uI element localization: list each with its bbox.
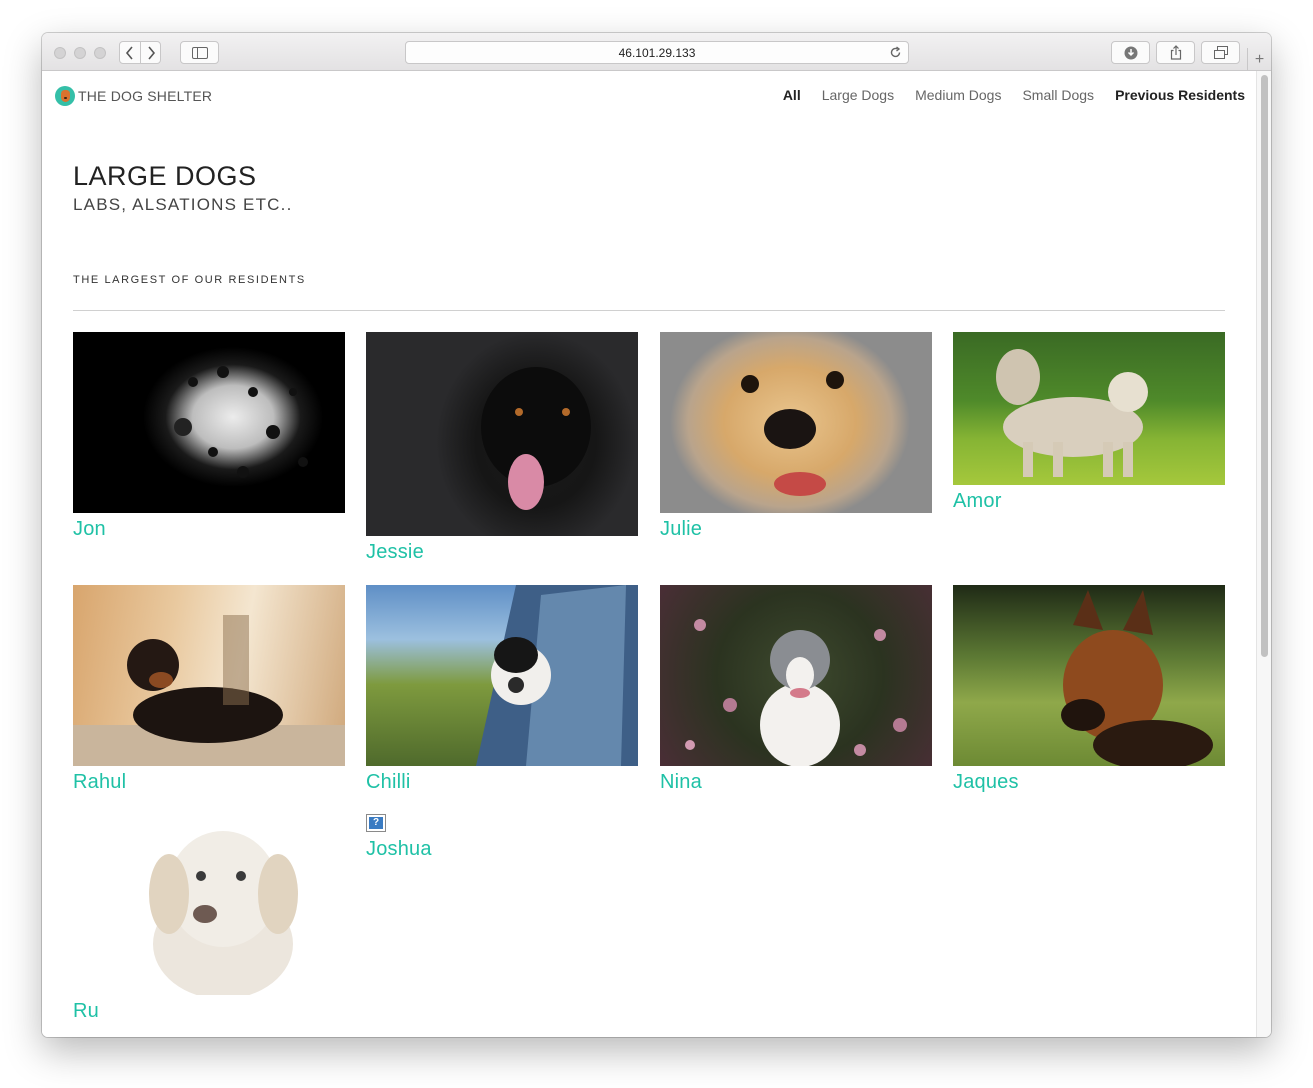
dog-card[interactable]: Rahul xyxy=(73,585,345,794)
dog-name-link[interactable]: Julie xyxy=(660,518,932,541)
dog-name-link[interactable]: Jessie xyxy=(366,541,638,564)
page-content: THE DOG SHELTER All Large Dogs Medium Do… xyxy=(42,71,1256,1037)
dog-name-link[interactable]: Chilli xyxy=(366,771,638,794)
download-icon xyxy=(1124,46,1137,59)
boston-terrier-car-photo[interactable] xyxy=(366,585,638,766)
dog-card[interactable]: Jaques xyxy=(953,585,1225,794)
zoom-window-button[interactable] xyxy=(94,47,106,59)
sidebar-icon xyxy=(191,46,208,59)
rottweiler-photo[interactable] xyxy=(73,585,345,766)
tabs-overview-button[interactable] xyxy=(1201,41,1240,64)
back-button[interactable] xyxy=(125,46,135,60)
broken-image-icon[interactable]: ? xyxy=(366,814,386,832)
dog-name-link[interactable]: Joshua xyxy=(366,838,638,861)
white-retriever-photo[interactable] xyxy=(73,814,345,995)
history-nav-group xyxy=(119,41,161,64)
nav-large-dogs[interactable]: Large Dogs xyxy=(822,87,894,103)
browser-window: 46.101.29.133 + THE DOG SHELTER All Larg… xyxy=(42,33,1271,1037)
share-button[interactable] xyxy=(1156,41,1195,64)
close-window-button[interactable] xyxy=(54,47,66,59)
golden-retriever-photo[interactable] xyxy=(660,332,932,513)
nav-medium-dogs[interactable]: Medium Dogs xyxy=(915,87,1001,103)
dog-name-link[interactable]: Amor xyxy=(953,490,1225,513)
page-subtitle: LABS, ALSATIONS ETC.. xyxy=(73,195,293,214)
black-retriever-photo[interactable] xyxy=(366,332,638,536)
url-text: 46.101.29.133 xyxy=(618,45,696,60)
chevron-left-icon xyxy=(125,46,133,60)
dog-name-link[interactable]: Rahul xyxy=(73,771,345,794)
dog-card[interactable]: Julie xyxy=(660,332,932,541)
page-title: LARGE DOGS xyxy=(73,161,257,191)
german-shepherd-photo[interactable] xyxy=(953,585,1225,766)
reload-icon xyxy=(890,46,901,58)
new-tab-button[interactable]: + xyxy=(1247,48,1271,71)
chevron-right-icon xyxy=(148,46,156,60)
husky-photo[interactable] xyxy=(953,332,1225,485)
address-bar[interactable]: 46.101.29.133 xyxy=(405,41,909,64)
dalmatian-photo[interactable] xyxy=(73,332,345,513)
reload-button[interactable] xyxy=(889,46,902,62)
dog-card[interactable]: Amor xyxy=(953,332,1225,513)
dog-card[interactable]: Ru xyxy=(73,814,345,1023)
pitbull-flowers-photo[interactable] xyxy=(660,585,932,766)
dog-logo-icon xyxy=(55,86,75,106)
downloads-button[interactable] xyxy=(1111,41,1150,64)
dog-name-link[interactable]: Nina xyxy=(660,771,932,794)
dog-name-link[interactable]: Jaques xyxy=(953,771,1225,794)
dog-name-link[interactable]: Ru xyxy=(73,1000,345,1023)
scrollbar-thumb[interactable] xyxy=(1261,75,1268,657)
nav-small-dogs[interactable]: Small Dogs xyxy=(1022,87,1094,103)
page-heading: LARGE DOGS LABS, ALSATIONS ETC.. xyxy=(73,161,293,215)
dog-card[interactable]: Chilli xyxy=(366,585,638,794)
plus-icon: + xyxy=(1254,50,1265,68)
dog-card[interactable]: Jon xyxy=(73,332,345,541)
dog-card[interactable]: Jessie xyxy=(366,332,638,564)
browser-toolbar: 46.101.29.133 + xyxy=(42,33,1271,71)
nav-all[interactable]: All xyxy=(783,87,801,103)
page-tagline: THE LARGEST OF OUR RESIDENTS xyxy=(73,274,306,286)
brand-name: THE DOG SHELTER xyxy=(78,88,213,104)
dog-name-link[interactable]: Jon xyxy=(73,518,345,541)
tabs-icon xyxy=(1213,46,1228,59)
divider xyxy=(73,310,1225,311)
nav-previous-residents[interactable]: Previous Residents xyxy=(1115,87,1245,103)
share-icon xyxy=(1170,45,1181,60)
sidebar-button[interactable] xyxy=(180,41,219,64)
dog-card[interactable]: ? Joshua xyxy=(366,814,638,861)
minimize-window-button[interactable] xyxy=(74,47,86,59)
page-scrollbar[interactable] xyxy=(1256,71,1271,1037)
site-brand[interactable]: THE DOG SHELTER xyxy=(55,86,212,106)
dog-card[interactable]: Nina xyxy=(660,585,932,794)
main-nav: All Large Dogs Medium Dogs Small Dogs Pr… xyxy=(762,87,1245,103)
forward-button[interactable] xyxy=(146,46,156,60)
